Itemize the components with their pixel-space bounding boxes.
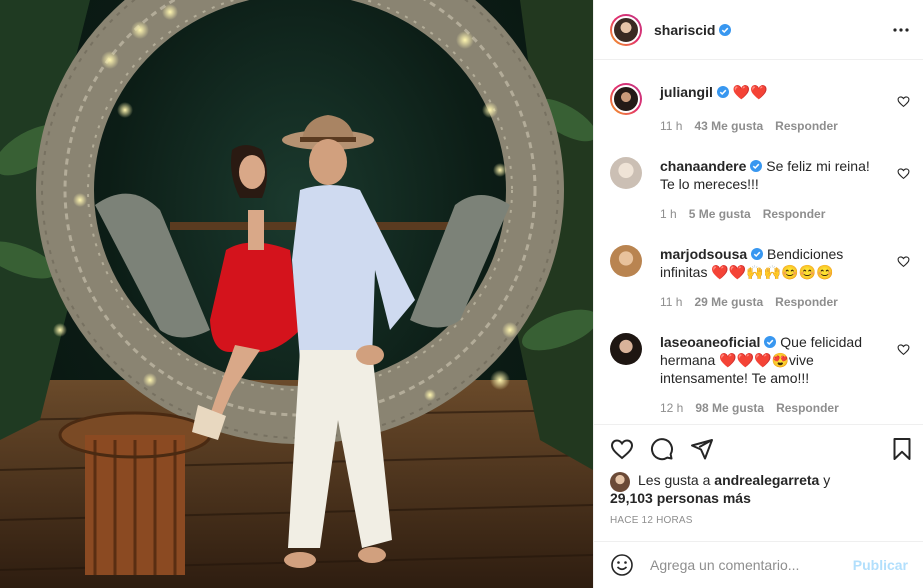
post-photo[interactable] xyxy=(0,0,593,588)
comment-time[interactable]: 12 h xyxy=(660,401,683,415)
comment-body: chanaandere Se feliz mi reina! Te lo mer… xyxy=(660,157,885,193)
comment-heart-icon[interactable] xyxy=(897,343,910,356)
comment-username[interactable]: juliangil xyxy=(660,84,713,100)
liked-by-count[interactable]: 29,103 personas más xyxy=(610,489,751,507)
comment-heart-icon[interactable] xyxy=(897,95,910,108)
share-icon[interactable] xyxy=(690,437,714,461)
comment-meta: 12 h 98 Me gusta Responder xyxy=(660,401,839,415)
reply-button[interactable]: Responder xyxy=(775,295,838,309)
comment-time[interactable]: 1 h xyxy=(660,207,677,221)
comment-likes[interactable]: 98 Me gusta xyxy=(695,401,764,415)
commenter-avatar[interactable] xyxy=(610,333,642,365)
comment-input[interactable] xyxy=(650,557,853,573)
comment-item: marjodsousa Bendiciones infinitas ❤️❤️🙌🙌… xyxy=(610,245,910,315)
comment-icon[interactable] xyxy=(650,437,674,461)
post-header: shariscid xyxy=(594,0,923,60)
verified-badge-icon xyxy=(751,248,764,260)
comment-username[interactable]: chanaandere xyxy=(660,158,746,174)
more-icon[interactable] xyxy=(892,21,910,39)
commenter-avatar[interactable] xyxy=(610,245,642,277)
smile-icon[interactable] xyxy=(610,553,634,577)
comment-likes[interactable]: 43 Me gusta xyxy=(694,119,763,133)
comment-username[interactable]: laseoaneoficial xyxy=(660,334,760,350)
comment-body: marjodsousa Bendiciones infinitas ❤️❤️🙌🙌… xyxy=(660,245,885,281)
comment-time[interactable]: 11 h xyxy=(660,295,682,309)
liked-by-user[interactable]: andrealegarreta xyxy=(714,472,819,488)
photo-illustration xyxy=(0,0,593,588)
author-avatar[interactable] xyxy=(610,13,642,46)
verified-badge-icon xyxy=(719,23,732,36)
add-comment-bar: Publicar xyxy=(594,541,923,588)
comment-meta: 1 h 5 Me gusta Responder xyxy=(660,207,825,221)
comment-item: laseoaneoficial Que felicidad hermana ❤️… xyxy=(610,333,910,423)
liked-by-prefix: Les gusta a xyxy=(638,472,711,488)
verified-badge-icon xyxy=(716,86,729,98)
author-block: shariscid xyxy=(654,22,732,38)
verified-badge-icon xyxy=(750,160,763,172)
liked-by-line: Les gusta a andrealegarreta y xyxy=(638,471,830,489)
post-actions: Les gusta a andrealegarreta y 29,103 per… xyxy=(594,424,923,546)
reply-button[interactable]: Responder xyxy=(776,401,839,415)
comment-heart-icon[interactable] xyxy=(897,167,910,180)
comment-meta: 11 h 43 Me gusta Responder xyxy=(660,119,838,133)
comment-text: ❤️❤️ xyxy=(732,84,768,100)
commenter-avatar[interactable] xyxy=(610,83,642,115)
reply-button[interactable]: Responder xyxy=(775,119,838,133)
comment-meta: 11 h 29 Me gusta Responder xyxy=(660,295,838,309)
comment-likes[interactable]: 5 Me gusta xyxy=(689,207,751,221)
publish-button[interactable]: Publicar xyxy=(853,557,908,573)
heart-icon[interactable] xyxy=(610,437,634,461)
comment-time[interactable]: 11 h xyxy=(660,119,682,133)
author-username[interactable]: shariscid xyxy=(654,22,715,38)
reply-button[interactable]: Responder xyxy=(763,207,826,221)
liked-by-conj: y xyxy=(823,472,831,488)
comment-body: laseoaneoficial Que felicidad hermana ❤️… xyxy=(660,333,885,387)
comment-item: juliangil ❤️❤️ 11 h 43 Me gusta Responde… xyxy=(610,83,910,143)
comment-likes[interactable]: 29 Me gusta xyxy=(694,295,763,309)
post-timestamp[interactable]: HACE 12 HORAS xyxy=(610,515,693,526)
bookmark-icon[interactable] xyxy=(890,437,914,461)
commenter-avatar[interactable] xyxy=(610,157,642,189)
comment-username[interactable]: marjodsousa xyxy=(660,246,747,262)
verified-badge-icon xyxy=(764,336,777,348)
comment-item: chanaandere Se feliz mi reina! Te lo mer… xyxy=(610,157,910,227)
comment-body: juliangil ❤️❤️ xyxy=(660,83,885,101)
comment-heart-icon[interactable] xyxy=(897,255,910,268)
comments-list: juliangil ❤️❤️ 11 h 43 Me gusta Responde… xyxy=(594,61,923,423)
post-panel: shariscid juliangil ❤️❤️ 11 h 43 Me gust… xyxy=(593,0,923,588)
